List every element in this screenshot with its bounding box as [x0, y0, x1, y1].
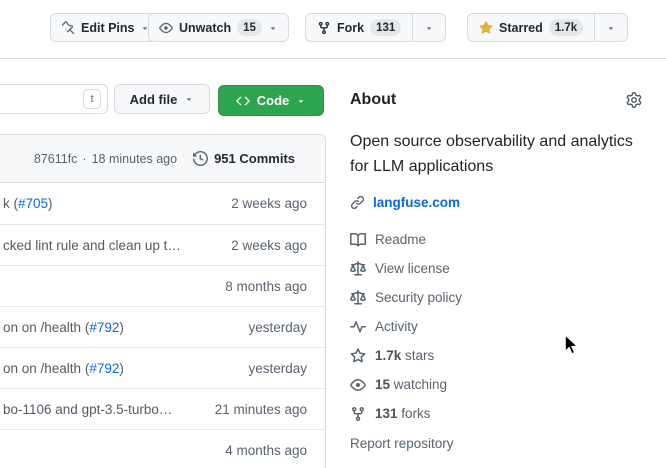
star-icon [350, 348, 366, 364]
code-icon [236, 94, 250, 108]
file-table-row[interactable]: bo-1106 and gpt-3.5-turbo… 21 minutes ag… [0, 388, 325, 429]
commit-message[interactable]: cked lint rule and clean up t… [3, 238, 221, 253]
issue-link[interactable]: #792 [89, 361, 119, 376]
add-file-label: Add file [130, 92, 178, 107]
header-divider [0, 58, 666, 59]
triangle-down-icon [184, 94, 194, 104]
link-icon [350, 195, 365, 210]
about-title: About [350, 91, 396, 109]
gear-icon [626, 92, 642, 108]
triangle-down-icon [424, 23, 434, 33]
file-table-row[interactable]: 4 months ago [0, 429, 325, 468]
file-table-row[interactable]: on on /health (#792) yesterday [0, 306, 325, 347]
file-table-row[interactable]: on on /health (#792) yesterday [0, 347, 325, 388]
code-button[interactable]: Code [218, 85, 324, 116]
commit-date: yesterday [248, 361, 307, 376]
report-repository-link[interactable]: Report repository [350, 436, 454, 451]
star-count-badge: 1.7k [549, 19, 583, 36]
code-label: Code [257, 93, 290, 108]
star-dropdown-button[interactable] [594, 14, 627, 41]
eye-icon [350, 377, 366, 393]
unwatch-label: Unwatch [179, 21, 231, 35]
watching-link[interactable]: 15 watching [350, 370, 652, 399]
fork-icon [317, 21, 331, 35]
add-file-button[interactable]: Add file [114, 84, 210, 114]
file-table: 87611fc · 18 minutes ago 951 Commits k (… [0, 134, 326, 468]
book-icon [350, 232, 366, 248]
forks-link[interactable]: 131 forks [350, 399, 652, 428]
commit-message[interactable]: on on /health (#792) [3, 361, 238, 376]
fork-count-badge: 131 [370, 19, 401, 36]
file-table-row[interactable]: k (#705) 2 weeks ago [0, 183, 325, 224]
commit-date: 21 minutes ago [215, 402, 307, 417]
website-link[interactable]: langfuse.com [373, 195, 460, 210]
watching-count: 15 [375, 377, 390, 392]
website-row: langfuse.com [350, 195, 460, 210]
commit-message[interactable]: on on /health (#792) [3, 320, 238, 335]
file-table-row[interactable]: cked lint rule and clean up t… 2 weeks a… [0, 224, 325, 265]
fork-button[interactable]: Fork 131 [306, 14, 412, 41]
starred-label: Starred [499, 21, 543, 35]
star-fill-icon [479, 21, 493, 35]
fork-button-group: Fork 131 [305, 13, 446, 42]
security-policy-link[interactable]: Security policy [350, 283, 652, 312]
issue-link[interactable]: #705 [18, 196, 48, 211]
commit-date: 2 weeks ago [231, 196, 307, 211]
commit-history-link[interactable]: 951 Commits [193, 151, 295, 166]
fork-icon [350, 406, 366, 422]
history-icon [193, 151, 208, 166]
view-license-link[interactable]: View license [350, 254, 652, 283]
commit-date: 4 months ago [225, 443, 307, 458]
edit-pins-label: Edit Pins [81, 21, 134, 35]
commit-message[interactable]: k (#705) [3, 196, 221, 211]
stars-count: 1.7k [375, 348, 401, 363]
unwatch-button[interactable]: Unwatch 15 [148, 13, 289, 42]
readme-link[interactable]: Readme [350, 225, 652, 254]
latest-commit-meta[interactable]: 87611fc · 18 minutes ago [34, 152, 177, 166]
file-table-row[interactable]: 8 months ago [0, 265, 325, 306]
commits-count-label: 951 Commits [214, 151, 295, 166]
triangle-down-icon [268, 23, 278, 33]
star-button-group: Starred 1.7k [467, 13, 628, 42]
commit-message[interactable]: bo-1106 and gpt-3.5-turbo… [3, 402, 205, 417]
commit-date: 8 months ago [225, 279, 307, 294]
forks-count: 131 [375, 406, 398, 421]
triangle-down-icon [296, 96, 306, 106]
commit-sha[interactable]: 87611fc [34, 152, 78, 166]
edit-pins-button[interactable]: Edit Pins [50, 13, 161, 42]
stars-link[interactable]: 1.7k stars [350, 341, 652, 370]
issue-link[interactable]: #792 [89, 320, 119, 335]
pin-icon [61, 21, 75, 35]
triangle-down-icon [606, 23, 616, 33]
commit-separator: · [82, 152, 86, 166]
eye-icon [159, 21, 173, 35]
commit-time: 18 minutes ago [92, 152, 177, 166]
repo-settings-button[interactable] [626, 91, 644, 109]
watchers-count-badge: 15 [237, 19, 262, 36]
activity-link[interactable]: Activity [350, 312, 652, 341]
repo-description: Open source observability and analytics … [350, 129, 652, 179]
about-links-list: Readme View license Security policy Acti… [350, 225, 652, 428]
commit-date: yesterday [248, 320, 307, 335]
commit-date: 2 weeks ago [231, 238, 307, 253]
latest-commit-bar: 87611fc · 18 minutes ago 951 Commits [0, 135, 325, 183]
about-section: About Open source observability and anal… [350, 84, 652, 468]
law-icon [350, 261, 366, 277]
keyboard-shortcut-hint: t [83, 89, 101, 109]
starred-button[interactable]: Starred 1.7k [468, 14, 594, 41]
pulse-icon [350, 319, 366, 335]
law-icon [350, 290, 366, 306]
fork-dropdown-button[interactable] [412, 14, 445, 41]
fork-label: Fork [337, 21, 364, 35]
